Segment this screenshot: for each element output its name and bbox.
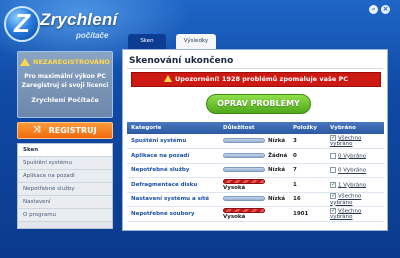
sidebar-item-services[interactable]: Nepotřebné služby: [18, 183, 112, 196]
page-title: Skenování ukončeno: [129, 56, 234, 66]
row-selected: ✓ Všechno vybráno: [326, 206, 384, 222]
minimize-icon[interactable]: –: [369, 5, 378, 14]
header-importance[interactable]: Důležitost: [219, 122, 289, 134]
app-window: Z Zrychlení počítače – × NEZAREGISTROVÁN…: [0, 0, 400, 258]
main-panel: Skenování ukončeno Upozornění! 1928 prob…: [122, 49, 388, 231]
row-count: 0: [289, 148, 326, 164]
tab-scan[interactable]: Sken: [128, 34, 166, 49]
importance-bar: [223, 196, 265, 202]
row-selected-link[interactable]: 0 Vybráno: [338, 153, 366, 159]
unregistered-box: NEZAREGISTROVÁNO Pro maximální výkon PC …: [17, 51, 113, 118]
table-row[interactable]: Spuštění systému Nízká 3 ✓ Všechno vybráno: [127, 134, 384, 149]
row-selected-link[interactable]: 0 Vybráno: [338, 168, 366, 174]
shuffle-icon: ⤨: [33, 125, 41, 135]
row-importance: Nízká: [219, 192, 289, 207]
logo-icon: Z: [4, 6, 40, 42]
row-checkbox[interactable]: ✓: [330, 134, 336, 141]
tab-results[interactable]: Výsledky: [176, 34, 216, 49]
row-category[interactable]: Spuštění systému: [127, 134, 219, 149]
row-importance: Žádná: [219, 148, 289, 164]
unregistered-brand: Zrychlení Počítače: [31, 96, 99, 104]
importance-label: Vysoká: [223, 213, 246, 220]
importance-label: Žádná: [268, 152, 288, 159]
sidebar-item-startup[interactable]: Spuštění systému: [18, 157, 112, 170]
row-count: 16: [289, 192, 326, 207]
row-count: 3: [289, 134, 326, 149]
row-category[interactable]: Defragmentace disku: [127, 177, 219, 193]
sidebar-item-background-apps[interactable]: Aplikace na pozadí: [18, 170, 112, 183]
sidebar-item-scan[interactable]: Sken: [18, 144, 112, 157]
app-title: Zrychlení: [40, 10, 118, 29]
importance-bar: [223, 152, 265, 158]
row-checkbox[interactable]: [330, 152, 336, 159]
row-category[interactable]: Nastavení systému a sítě: [127, 192, 219, 207]
table-row[interactable]: Nastavení systému a sítě Nízká 16 ✓ Všechno …: [127, 192, 384, 207]
alert-banner: Upozornění! 1928 problémů zpomaluje vaše…: [131, 72, 381, 87]
row-importance: Nízká: [219, 134, 289, 149]
row-count: 1: [289, 177, 326, 193]
row-selected: 0 Vybráno: [326, 163, 384, 178]
row-importance: Nízká: [219, 163, 289, 178]
sidebar-item-settings[interactable]: Nastavení: [18, 196, 112, 209]
row-importance: Vysoká: [219, 177, 289, 193]
warning-icon: [20, 58, 31, 66]
header-category[interactable]: Kategorie: [127, 122, 219, 134]
results-table: Kategorie Důležitost Položky Vybráno Spu…: [127, 122, 384, 222]
app-logo: Z Zrychlení počítače: [4, 4, 124, 44]
unregistered-line2: Zaregistruj si svoji licenci: [21, 82, 109, 89]
table-row[interactable]: Aplikace na pozadí Žádná 0 0 Vybráno: [127, 148, 384, 164]
row-checkbox[interactable]: ✓: [330, 181, 336, 188]
header-selected[interactable]: Vybráno: [326, 122, 384, 134]
importance-bar: [223, 167, 265, 173]
row-checkbox[interactable]: [330, 167, 336, 173]
title-divider: [127, 68, 383, 69]
unregistered-line1: Pro maximální výkon PC: [24, 73, 106, 80]
importance-label: Nízká: [268, 196, 286, 203]
row-category[interactable]: Nepotřebné služby: [127, 163, 219, 178]
row-selected: ✓ Všechno vybráno: [326, 134, 384, 149]
row-checkbox[interactable]: ✓: [330, 193, 336, 199]
table-row[interactable]: Nepotřebné soubory Vysoká 1901 ✓ Všechno vyb…: [127, 206, 384, 222]
row-importance: Vysoká: [219, 206, 289, 222]
row-count: 1901: [289, 206, 326, 222]
table-header-row: Kategorie Důležitost Položky Vybráno: [127, 122, 384, 134]
row-category[interactable]: Nepotřebné soubory: [127, 206, 219, 222]
importance-bar: [223, 207, 265, 213]
row-selected: ✓ Všechno vybráno: [326, 192, 384, 207]
row-checkbox[interactable]: ✓: [330, 207, 336, 214]
importance-label: Vysoká: [223, 184, 246, 191]
warning-icon: [163, 75, 172, 82]
header-items[interactable]: Položky: [289, 122, 326, 134]
importance-bar: [223, 138, 265, 143]
row-selected-link[interactable]: 1 Vybráno: [338, 182, 366, 188]
app-subtitle: počítače: [76, 31, 109, 40]
importance-label: Nízká: [268, 138, 286, 144]
row-count: 7: [289, 163, 326, 178]
importance-label: Nízká: [268, 167, 286, 174]
register-button[interactable]: ⤨ REGISTRUJ: [17, 122, 113, 139]
close-icon[interactable]: ×: [381, 5, 390, 14]
importance-bar: [223, 178, 265, 184]
fix-problems-button[interactable]: OPRAV PROBLÉMY: [206, 94, 311, 114]
table-row[interactable]: Nepotřebné služby Nízká 7 0 Vybráno: [127, 163, 384, 178]
sidebar-nav: Sken Spuštění systému Aplikace na pozadí…: [17, 143, 113, 229]
row-selected: ✓ 1 Vybráno: [326, 177, 384, 193]
unregistered-heading: NEZAREGISTROVÁNO: [18, 58, 112, 66]
table-row[interactable]: Defragmentace disku Vysoká 1 ✓ 1 Vybráno: [127, 177, 384, 193]
row-category[interactable]: Aplikace na pozadí: [127, 148, 219, 164]
row-selected: 0 Vybráno: [326, 148, 384, 164]
sidebar-item-about[interactable]: O programu: [18, 209, 112, 222]
